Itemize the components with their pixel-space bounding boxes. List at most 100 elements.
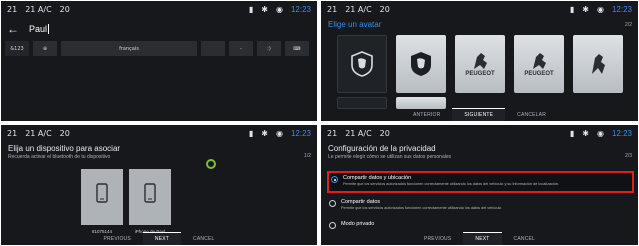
device-card[interactable] [129, 169, 171, 225]
lion-rampant-icon [474, 53, 487, 69]
option-description: Permite que los servicios autorizados fu… [341, 206, 502, 210]
page-indicator: 2/3 [625, 153, 632, 159]
status-bar: 21 21 A/C 20 ▮ ✱ ◉ 12:23 [321, 125, 638, 141]
previous-button[interactable]: PREVIOUS [412, 232, 463, 245]
avatar-grid: PEUGEOT PEUGEOT [337, 35, 638, 93]
phone-icon [96, 183, 108, 203]
battery-icon: ▮ [569, 4, 575, 14]
bluetooth-icon: ✱ [582, 128, 589, 138]
footer-nav: PREVIOUS NEXT CANCEL [321, 232, 638, 245]
fan-readout[interactable]: 20 [380, 5, 390, 14]
fan-readout[interactable]: 20 [60, 5, 70, 14]
status-bar: 21 21 A/C 20 ▮ ✱ ◉ 12:23 [321, 1, 638, 17]
cancelar-button[interactable]: CANCELAR [505, 108, 558, 121]
avatar-option-2[interactable] [396, 35, 446, 93]
privacy-option-private-mode[interactable]: Modo privado [327, 219, 634, 229]
radio-icon [329, 200, 336, 207]
radio-icon [329, 222, 336, 229]
battery-icon: ▮ [248, 4, 254, 14]
clock: 12:23 [290, 128, 311, 138]
page-title: Elige un avatar [328, 20, 382, 29]
temperature-readout[interactable]: 21 [327, 5, 337, 14]
lion-rampant-icon [592, 54, 605, 74]
privacy-settings-screen: 21 21 A/C 20 ▮ ✱ ◉ 12:23 Configuración d… [321, 125, 638, 245]
battery-icon: ▮ [569, 128, 575, 138]
temperature-readout[interactable]: 21 [7, 5, 17, 14]
option-description: Permite que los servicios autorizados fu… [343, 182, 560, 186]
avatar-label-4: PEUGEOT [524, 71, 554, 77]
battery-icon: ▮ [248, 128, 254, 138]
ac-readout[interactable]: 21 A/C [25, 5, 51, 14]
search-value: Paul [29, 23, 48, 34]
back-arrow-icon[interactable]: ← [7, 23, 21, 35]
next-button[interactable]: NEXT [463, 232, 502, 245]
device-card[interactable] [81, 169, 123, 225]
privacy-option-share-data-location[interactable]: Compartir datos y ubicación Permite que … [327, 171, 634, 193]
ac-readout[interactable]: 21 A/C [25, 129, 51, 138]
ac-readout[interactable]: 21 A/C [345, 5, 371, 14]
device-pairing-screen: 21 21 A/C 20 ▮ ✱ ◉ 12:23 Elija un dispos… [1, 125, 317, 245]
keyboard-key[interactable]: :) [257, 41, 281, 56]
ac-readout[interactable]: 21 A/C [345, 129, 371, 138]
keyboard-key[interactable] [201, 41, 225, 56]
temperature-readout[interactable]: 21 [7, 129, 17, 138]
keyboard-key[interactable]: ⌨ [285, 41, 309, 56]
lion-rampant-icon [533, 53, 546, 69]
keyboard-screen: 21 21 A/C 20 ▮ ✱ ◉ 12:23 ← Paul azertyui… [1, 1, 317, 121]
search-input[interactable]: Paul [29, 23, 50, 35]
avatar-option-5[interactable] [573, 35, 623, 93]
siguiente-button[interactable]: SIGUIENTE [452, 108, 506, 121]
avatar-option-1[interactable] [337, 35, 387, 93]
status-bar: 21 21 A/C 20 ▮ ✱ ◉ 12:23 [1, 125, 317, 141]
keyboard-key[interactable]: - [229, 41, 253, 56]
signal-icon: ◉ [596, 4, 604, 14]
footer-nav: ANTERIOR SIGUIENTE CANCELAR [321, 108, 638, 121]
keyboard-key[interactable]: &123 [5, 41, 29, 56]
cancel-button[interactable]: CANCEL [181, 232, 226, 245]
search-row: ← Paul [1, 18, 317, 40]
on-screen-keyboard: azertyuiop⌫qsdfghjklm✓⇧wxcvbn',&123⊕fran… [3, 41, 315, 119]
cancel-button[interactable]: CANCEL [502, 232, 547, 245]
clock: 12:23 [290, 4, 311, 14]
temperature-readout[interactable]: 21 [327, 129, 337, 138]
clock: 12:23 [611, 128, 632, 138]
text-caret [48, 24, 50, 35]
status-bar: 21 21 A/C 20 ▮ ✱ ◉ 12:23 [1, 1, 317, 17]
fan-readout[interactable]: 20 [380, 129, 390, 138]
page-subtitle: Recuerda activar el bluetooth de tu disp… [8, 154, 111, 160]
device-list [81, 169, 171, 225]
footer-nav: PREVIOUS NEXT CANCEL [1, 232, 317, 245]
signal-icon: ◉ [596, 128, 604, 138]
phone-icon [144, 183, 156, 203]
privacy-option-share-data[interactable]: Compartir datos Permite que los servicio… [327, 197, 634, 217]
radio-selected-icon [331, 176, 338, 183]
page-title: Configuración de la privacidad [328, 144, 436, 153]
keyboard-row [3, 81, 315, 96]
page-subtitle: Le permite elegir cómo se utilizan sus d… [328, 154, 452, 160]
avatar-option-3[interactable]: PEUGEOT [455, 35, 505, 93]
fan-readout[interactable]: 20 [60, 129, 70, 138]
bluetooth-icon: ✱ [261, 4, 268, 14]
option-title: Modo privado [341, 221, 375, 227]
page-title: Elija un dispositivo para asociar [8, 144, 121, 153]
avatar-screen: 21 21 A/C 20 ▮ ✱ ◉ 12:23 Elige un avatar… [321, 1, 638, 121]
clock: 12:23 [611, 4, 632, 14]
signal-icon: ◉ [275, 4, 283, 14]
keyboard-key[interactable]: ⊕ [33, 41, 57, 56]
avatar-label-3: PEUGEOT [465, 71, 495, 77]
keyboard-row [3, 62, 315, 77]
lion-crest-icon [351, 51, 373, 77]
avatar-option-4[interactable]: PEUGEOT [514, 35, 564, 93]
bluetooth-scan-icon [206, 159, 216, 169]
page-indicator: 2/2 [625, 22, 632, 28]
next-button[interactable]: NEXT [142, 232, 182, 245]
previous-button[interactable]: PREVIOUS [91, 232, 142, 245]
anterior-button[interactable]: ANTERIOR [401, 108, 452, 121]
signal-icon: ◉ [275, 128, 283, 138]
keyboard-row [3, 100, 315, 115]
page-indicator: 1/2 [304, 153, 311, 159]
bluetooth-icon: ✱ [261, 128, 268, 138]
option-title: Compartir datos [341, 199, 381, 205]
lion-crest-icon [411, 52, 431, 76]
space-key[interactable]: français [61, 41, 197, 56]
